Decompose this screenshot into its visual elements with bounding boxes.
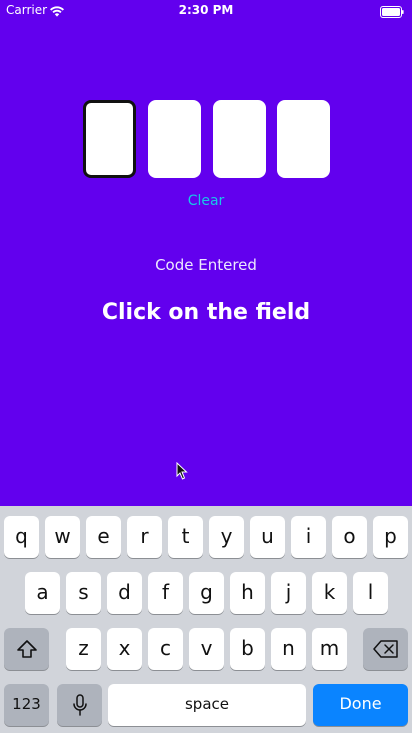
key-d[interactable]: d xyxy=(107,572,142,614)
on-screen-keyboard: q w e r t y u i o p a s d f g h j k l z … xyxy=(0,506,412,733)
code-entered-label: Code Entered xyxy=(155,256,257,274)
key-label: q xyxy=(15,524,28,548)
shift-icon xyxy=(4,628,49,670)
key-v[interactable]: v xyxy=(189,628,224,670)
key-label: t xyxy=(181,524,190,548)
key-label: n xyxy=(282,636,295,660)
key-n[interactable]: n xyxy=(271,628,306,670)
key-s[interactable]: s xyxy=(66,572,101,614)
key-label: c xyxy=(160,636,171,660)
key-h[interactable]: h xyxy=(230,572,265,614)
key-label: Done xyxy=(339,694,382,713)
key-label: g xyxy=(200,580,213,604)
key-w[interactable]: w xyxy=(45,516,80,558)
key-label: 123 xyxy=(12,695,41,713)
instruction-text: Click on the field xyxy=(101,300,311,325)
key-label: u xyxy=(261,524,274,548)
key-k[interactable]: k xyxy=(312,572,347,614)
key-e[interactable]: e xyxy=(86,516,121,558)
key-label: o xyxy=(343,524,356,548)
key-label: i xyxy=(305,524,312,548)
backspace-icon xyxy=(363,628,408,670)
key-label: l xyxy=(367,580,374,604)
key-z[interactable]: z xyxy=(66,628,101,670)
key-label: e xyxy=(97,524,110,548)
key-a[interactable]: a xyxy=(25,572,60,614)
code-digit-box-4[interactable] xyxy=(277,100,330,178)
key-label: k xyxy=(323,580,336,604)
key-label: r xyxy=(140,524,149,548)
key-label: y xyxy=(220,524,233,548)
key-b[interactable]: b xyxy=(230,628,265,670)
status-bar: Carrier 2:30 PM xyxy=(0,0,412,22)
status-time: 2:30 PM xyxy=(178,3,234,17)
key-p[interactable]: p xyxy=(373,516,408,558)
microphone-icon xyxy=(57,684,102,726)
key-y[interactable]: y xyxy=(209,516,244,558)
key-label: z xyxy=(78,636,89,660)
key-o[interactable]: o xyxy=(332,516,367,558)
key-label: b xyxy=(241,636,254,660)
key-i[interactable]: i xyxy=(291,516,326,558)
key-m[interactable]: m xyxy=(312,628,347,670)
space-key[interactable]: space xyxy=(108,684,306,726)
code-input-row xyxy=(83,100,330,178)
key-label: x xyxy=(118,636,131,660)
key-r[interactable]: r xyxy=(127,516,162,558)
key-l[interactable]: l xyxy=(353,572,388,614)
key-f[interactable]: f xyxy=(148,572,183,614)
code-digit-box-2[interactable] xyxy=(148,100,201,178)
key-x[interactable]: x xyxy=(107,628,142,670)
key-label: h xyxy=(241,580,254,604)
key-label: m xyxy=(319,636,340,660)
key-g[interactable]: g xyxy=(189,572,224,614)
backspace-key[interactable] xyxy=(363,628,408,670)
key-label: d xyxy=(118,580,131,604)
dictation-key[interactable] xyxy=(57,684,102,726)
key-c[interactable]: c xyxy=(148,628,183,670)
key-label: space xyxy=(184,695,229,713)
key-t[interactable]: t xyxy=(168,516,203,558)
key-label: j xyxy=(285,580,292,604)
code-digit-box-1[interactable] xyxy=(83,100,136,178)
key-label: p xyxy=(384,524,397,548)
key-label: s xyxy=(78,580,89,604)
key-q[interactable]: q xyxy=(4,516,39,558)
numbers-key[interactable]: 123 xyxy=(4,684,49,726)
key-j[interactable]: j xyxy=(271,572,306,614)
key-label: w xyxy=(54,524,71,548)
battery-icon xyxy=(380,3,404,18)
shift-key[interactable] xyxy=(4,628,49,670)
code-digit-box-3[interactable] xyxy=(213,100,266,178)
clear-button[interactable]: Clear xyxy=(0,192,412,210)
key-label: a xyxy=(36,580,49,604)
mouse-cursor-icon xyxy=(176,461,188,480)
key-label: v xyxy=(200,636,213,660)
done-button[interactable]: Done xyxy=(313,684,408,726)
key-u[interactable]: u xyxy=(250,516,285,558)
key-label: f xyxy=(161,580,170,604)
